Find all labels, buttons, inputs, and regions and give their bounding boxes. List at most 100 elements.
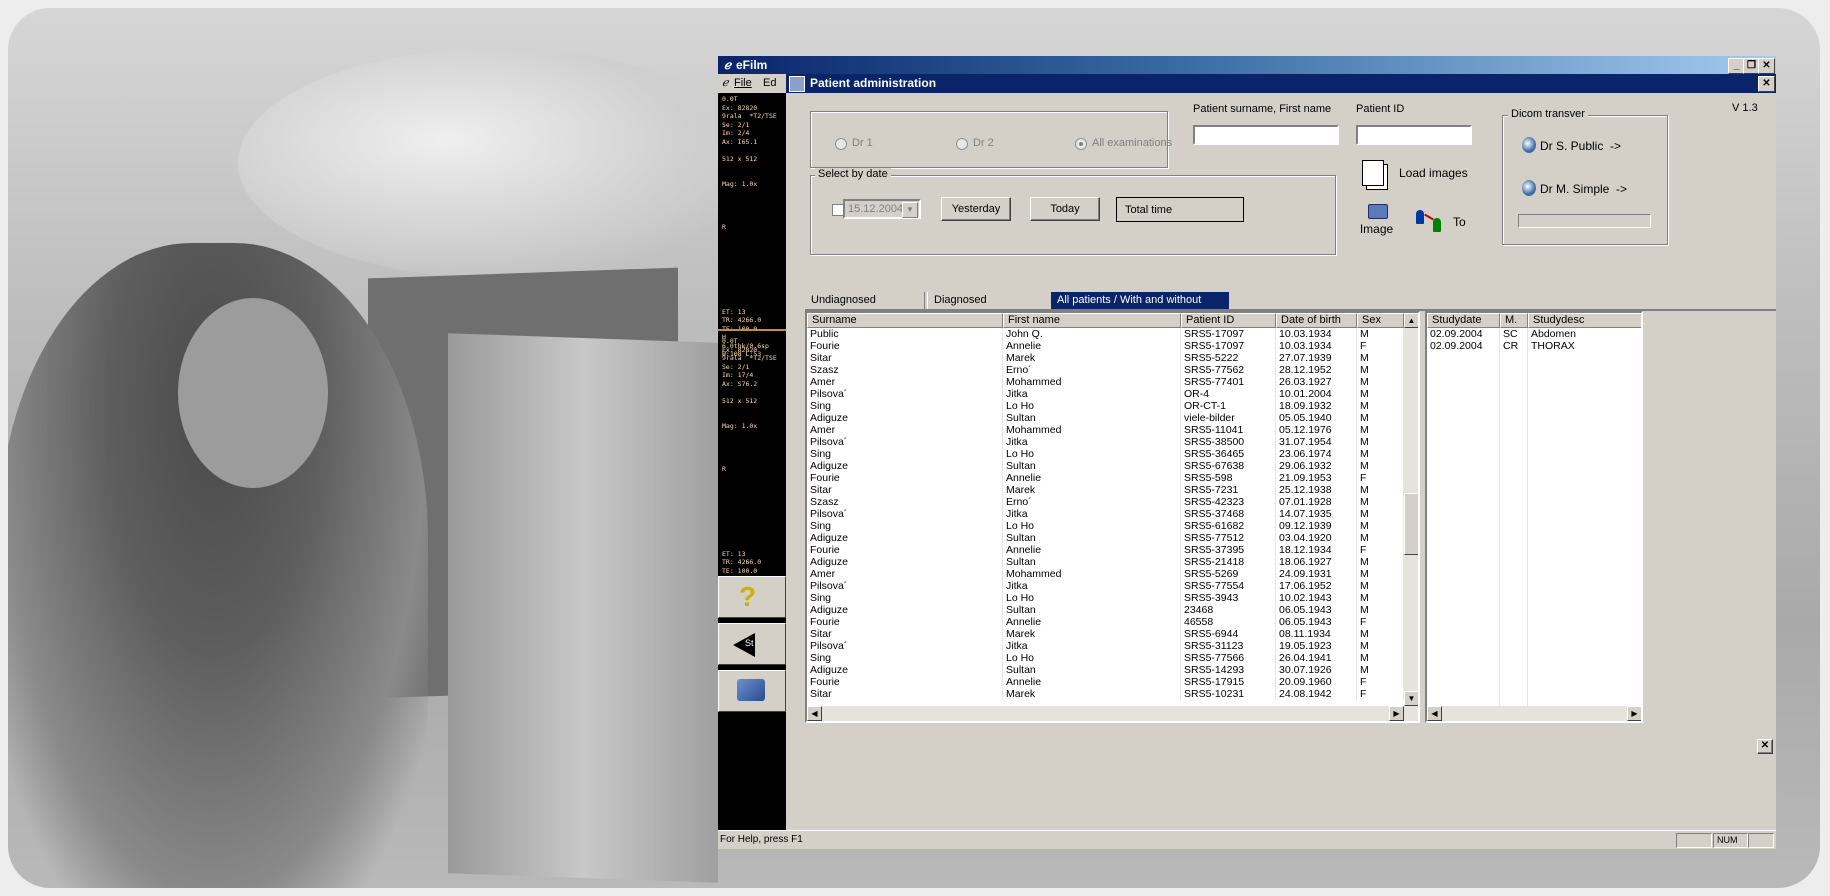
table-cell: Fourie bbox=[807, 472, 1003, 484]
table-cell: Marek bbox=[1003, 352, 1181, 364]
table-row[interactable]: Fourie Annelie SRS5-598 21.09.1953 F bbox=[807, 472, 1404, 484]
patient-horizontal-scrollbar[interactable]: ◀ ▶ bbox=[807, 706, 1418, 721]
study-empty-cell bbox=[1500, 364, 1528, 376]
column-sex[interactable]: Sex bbox=[1357, 313, 1404, 328]
table-row[interactable]: Amer Mohammed SRS5-11041 05.12.1976 M bbox=[807, 424, 1404, 436]
table-row[interactable]: Pilsova´ Jitka SRS5-31123 19.05.1923 M bbox=[807, 640, 1404, 652]
load-images-icon bbox=[1362, 160, 1384, 186]
table-row[interactable]: Sitar Marek SRS5-10231 24.08.1942 F bbox=[807, 688, 1404, 700]
tab-diagnosed[interactable]: Diagnosed bbox=[927, 292, 1049, 309]
bottom-close-button[interactable]: ✕ bbox=[1757, 739, 1773, 754]
pen-tool-button[interactable] bbox=[718, 670, 786, 712]
to-button[interactable]: To bbox=[1411, 202, 1474, 240]
column-modality[interactable]: M. bbox=[1500, 313, 1528, 328]
column-patient-id[interactable]: Patient ID bbox=[1181, 313, 1276, 328]
table-row[interactable]: Sing Lo Ho SRS5-3943 10.02.1943 M bbox=[807, 592, 1404, 604]
table-row[interactable]: Pilsova´ Jitka SRS5-38500 31.07.1954 M bbox=[807, 436, 1404, 448]
surname-input[interactable] bbox=[1193, 125, 1339, 145]
menu-edit[interactable]: Ed bbox=[763, 77, 776, 89]
study-empty-row bbox=[1427, 568, 1641, 580]
image-button[interactable]: Image bbox=[1346, 202, 1407, 240]
table-row[interactable]: Fourie Annelie SRS5-17915 20.09.1960 F bbox=[807, 676, 1404, 688]
table-row[interactable]: Sitar Marek SRS5-5222 27.07.1939 M bbox=[807, 352, 1404, 364]
yesterday-button[interactable]: Yesterday bbox=[941, 197, 1011, 221]
table-row[interactable]: Amer Mohammed SRS5-77401 26.03.1927 M bbox=[807, 376, 1404, 388]
table-row[interactable]: Sitar Marek SRS5-6944 08.11.1934 M bbox=[807, 628, 1404, 640]
table-cell: 09.12.1939 bbox=[1276, 520, 1357, 532]
dropdown-arrow-icon[interactable]: ▼ bbox=[902, 202, 918, 218]
date-picker[interactable]: 15.12.2004 ▼ bbox=[843, 199, 921, 219]
table-cell: Fourie bbox=[807, 544, 1003, 556]
study-empty-cell bbox=[1500, 484, 1528, 496]
table-row[interactable]: Adiguze Sultan viele-bilder 05.05.1940 M bbox=[807, 412, 1404, 424]
table-row[interactable]: Szasz Erno´ SRS5-77562 28.12.1952 M bbox=[807, 364, 1404, 376]
efilm-window: ℯ eFilm _ ❐ ✕ ℯ File Ed Patient administ… bbox=[718, 56, 1776, 849]
table-row[interactable]: Adiguze Sultan SRS5-14293 30.07.1926 M bbox=[807, 664, 1404, 676]
tab-all-patients[interactable]: All patients / With and without findings bbox=[1051, 292, 1229, 323]
table-row[interactable]: Adiguze Sultan SRS5-21418 18.06.1927 M bbox=[807, 556, 1404, 568]
table-row[interactable]: Adiguze Sultan 23468 06.05.1943 M bbox=[807, 604, 1404, 616]
table-cell: Erno´ bbox=[1003, 364, 1181, 376]
scroll-thumb[interactable] bbox=[1404, 493, 1418, 555]
tab-undiagnosed[interactable]: Undiagnosed bbox=[805, 292, 925, 309]
study-empty-cell bbox=[1528, 640, 1641, 652]
table-row[interactable]: Sing Lo Ho SRS5-77566 26.04.1941 M bbox=[807, 652, 1404, 664]
close-button[interactable]: ✕ bbox=[1758, 58, 1775, 74]
patient-vertical-scrollbar[interactable]: ▲ ▼ bbox=[1404, 313, 1418, 706]
table-row[interactable]: Pilsova´ Jitka OR-4 10.01.2004 M bbox=[807, 388, 1404, 400]
radio-dr1-circle[interactable] bbox=[835, 138, 847, 150]
help-button[interactable]: ? bbox=[718, 576, 786, 618]
scroll-right-arrow-icon[interactable]: ▶ bbox=[1389, 706, 1404, 721]
study-empty-row bbox=[1427, 364, 1641, 376]
study-scroll-left-arrow-icon[interactable]: ◀ bbox=[1427, 706, 1442, 721]
app-title: eFilm bbox=[736, 58, 768, 72]
study-horizontal-scrollbar[interactable]: ◀ ▶ bbox=[1427, 706, 1641, 721]
table-cell: M bbox=[1357, 400, 1404, 412]
table-row[interactable]: Sing Lo Ho SRS5-36465 23.06.1974 M bbox=[807, 448, 1404, 460]
study-back-button[interactable]: St bbox=[718, 623, 786, 665]
today-button[interactable]: Today bbox=[1030, 197, 1100, 221]
table-cell: SRS5-61682 bbox=[1181, 520, 1276, 532]
table-cell: Annelie bbox=[1003, 340, 1181, 352]
table-row[interactable]: Public John Q. SRS5-17097 10.03.1934 M bbox=[807, 328, 1404, 340]
table-cell: Adiguze bbox=[807, 412, 1003, 424]
scroll-up-arrow-icon[interactable]: ▲ bbox=[1404, 313, 1418, 328]
column-studydesc[interactable]: Studydesc bbox=[1528, 313, 1641, 328]
study-empty-cell bbox=[1427, 532, 1500, 544]
radio-all-circle[interactable] bbox=[1075, 138, 1087, 150]
dicom-dr-simple-button[interactable]: Dr M. Simple -> bbox=[1518, 174, 1651, 204]
dialog-close-button[interactable]: ✕ bbox=[1758, 76, 1775, 92]
table-row[interactable]: Amer Mohammed SRS5-5269 24.09.1931 M bbox=[807, 568, 1404, 580]
table-row[interactable]: Sitar Marek SRS5-7231 25.12.1938 M bbox=[807, 484, 1404, 496]
patient-id-input[interactable] bbox=[1356, 125, 1472, 145]
table-cell: Adiguze bbox=[807, 604, 1003, 616]
scroll-left-arrow-icon[interactable]: ◀ bbox=[807, 706, 822, 721]
table-cell: Jitka bbox=[1003, 640, 1181, 652]
table-cell: Sultan bbox=[1003, 460, 1181, 472]
menu-file[interactable]: File bbox=[734, 77, 752, 89]
scroll-down-arrow-icon[interactable]: ▼ bbox=[1404, 691, 1418, 706]
table-row[interactable]: Fourie Annelie SRS5-17097 10.03.1934 F bbox=[807, 340, 1404, 352]
table-row[interactable]: Sing Lo Ho OR-CT-1 18.09.1932 M bbox=[807, 400, 1404, 412]
radio-dr2-circle[interactable] bbox=[956, 138, 968, 150]
table-cell: M bbox=[1357, 448, 1404, 460]
study-scroll-right-arrow-icon[interactable]: ▶ bbox=[1627, 706, 1641, 721]
column-surname[interactable]: Surname bbox=[807, 313, 1003, 328]
table-row[interactable]: Adiguze Sultan SRS5-77512 03.04.1920 M bbox=[807, 532, 1404, 544]
table-row[interactable]: Pilsova´ Jitka SRS5-77554 17.06.1952 M bbox=[807, 580, 1404, 592]
study-empty-cell bbox=[1500, 520, 1528, 532]
table-row[interactable]: Fourie Annelie SRS5-37395 18.12.1934 F bbox=[807, 544, 1404, 556]
table-row[interactable]: Pilsova´ Jitka SRS5-37468 14.07.1935 M bbox=[807, 508, 1404, 520]
study-row[interactable]: 02.09.2004 SC Abdomen bbox=[1427, 328, 1641, 340]
table-row[interactable]: Adiguze Sultan SRS5-67638 29.06.1932 M bbox=[807, 460, 1404, 472]
load-images-button[interactable]: Load images bbox=[1346, 153, 1474, 193]
column-studydate[interactable]: Studydate bbox=[1427, 313, 1500, 328]
column-date-of-birth[interactable]: Date of birth bbox=[1276, 313, 1357, 328]
column-first-name[interactable]: First name bbox=[1003, 313, 1181, 328]
table-row[interactable]: Sing Lo Ho SRS5-61682 09.12.1939 M bbox=[807, 520, 1404, 532]
table-row[interactable]: Fourie Annelie 46558 06.05.1943 F bbox=[807, 616, 1404, 628]
table-row[interactable]: Szasz Erno´ SRS5-42323 07.01.1928 M bbox=[807, 496, 1404, 508]
dicom-dr-public-button[interactable]: Dr S. Public -> bbox=[1518, 131, 1651, 161]
table-cell: viele-bilder bbox=[1181, 412, 1276, 424]
study-row[interactable]: 02.09.2004 CR THORAX bbox=[1427, 340, 1641, 352]
